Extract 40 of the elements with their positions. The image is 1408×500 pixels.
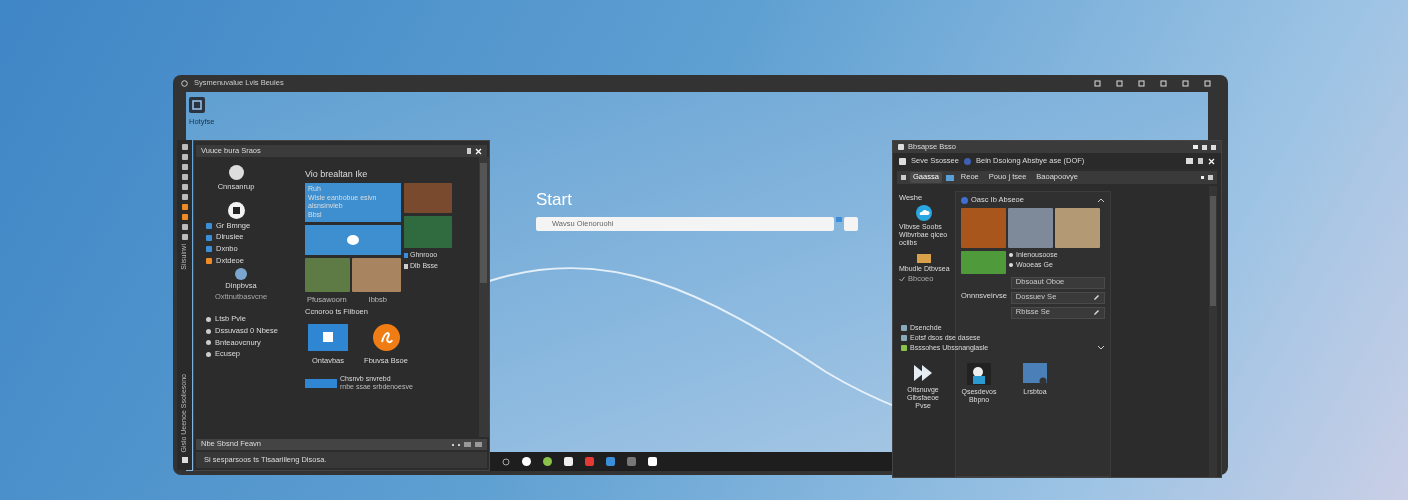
photo-placeholder xyxy=(961,250,1006,274)
briefcase-icon[interactable] xyxy=(308,323,348,351)
image-icon xyxy=(945,174,954,181)
photo-placeholder xyxy=(352,257,401,292)
section-heading: Vio brealtan Ike xyxy=(305,169,369,180)
start-heading: Start xyxy=(536,190,573,210)
app-icon[interactable] xyxy=(181,457,188,463)
monitor-icon[interactable] xyxy=(1023,362,1047,385)
check-icon[interactable] xyxy=(901,344,907,351)
music-icon[interactable] xyxy=(372,323,400,351)
photo-placeholder xyxy=(1008,207,1053,248)
globe-icon xyxy=(961,196,968,204)
chat-card[interactable] xyxy=(305,224,401,255)
banner-icon xyxy=(305,378,337,388)
collapse-icon[interactable] xyxy=(1097,196,1105,204)
photo-placeholder xyxy=(404,216,452,249)
cloud-icon xyxy=(916,204,932,221)
scrollbar-thumb[interactable] xyxy=(480,163,487,283)
maximize-icon[interactable] xyxy=(1211,144,1216,150)
close-icon[interactable] xyxy=(475,147,482,155)
app-icon xyxy=(404,252,408,258)
checkbox[interactable] xyxy=(899,276,905,283)
store-icon xyxy=(227,201,245,219)
maximize-icon[interactable] xyxy=(1204,80,1211,87)
globe-icon[interactable] xyxy=(963,157,971,165)
photo-placeholder xyxy=(305,257,350,292)
avatar-icon xyxy=(228,165,244,180)
photo-placeholder xyxy=(961,207,1006,248)
close-icon[interactable] xyxy=(1208,157,1215,165)
app-icon[interactable] xyxy=(543,457,552,466)
expand-icon[interactable] xyxy=(1097,344,1105,352)
photo-placeholder xyxy=(1055,207,1100,248)
photo-icon xyxy=(917,253,931,263)
scrollbar-thumb[interactable] xyxy=(1210,196,1216,306)
app-icon xyxy=(901,175,906,180)
robot-icon[interactable] xyxy=(967,362,991,385)
app-icon xyxy=(898,144,904,150)
fast-forward-icon[interactable] xyxy=(912,362,934,383)
app-icon[interactable] xyxy=(522,457,531,466)
photo-placeholder xyxy=(404,183,452,214)
